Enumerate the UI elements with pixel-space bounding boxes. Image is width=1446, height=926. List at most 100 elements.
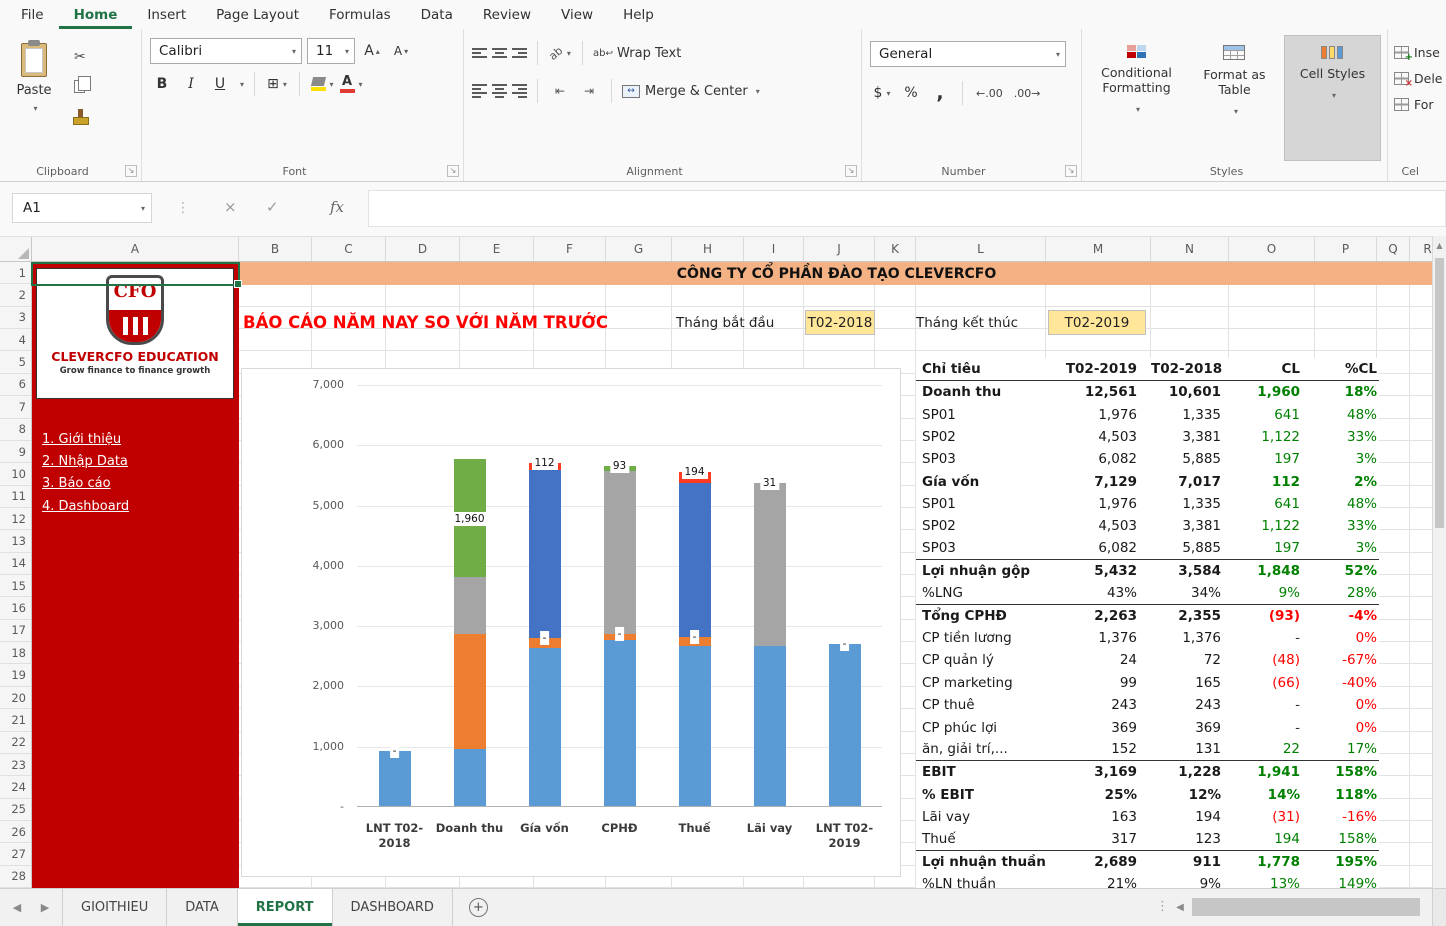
table-cell[interactable]: 1,228 [1151, 764, 1229, 780]
table-cell[interactable]: Lợi nhuận thuần [916, 854, 1046, 870]
row-header-7[interactable]: 7 [0, 396, 31, 418]
increase-decimal-button[interactable]: ←.00 [973, 87, 1006, 100]
column-header-D[interactable]: D [386, 237, 460, 261]
table-cell[interactable]: 17% [1315, 741, 1379, 757]
table-cell[interactable]: Thuế [916, 831, 1046, 847]
column-header-M[interactable]: M [1046, 237, 1151, 261]
tab-scroll-left-button[interactable]: ◀ [4, 889, 30, 926]
table-cell[interactable]: SP02 [916, 518, 1046, 534]
table-cell[interactable]: 1,376 [1151, 630, 1229, 646]
table-cell[interactable]: SP02 [916, 429, 1046, 445]
column-header-B[interactable]: B [239, 237, 312, 261]
copy-button[interactable] [74, 77, 86, 93]
table-cell[interactable]: 7,017 [1151, 474, 1229, 490]
table-cell[interactable]: 2% [1315, 474, 1379, 490]
table-cell[interactable]: 2,689 [1046, 854, 1151, 870]
row-header-20[interactable]: 20 [0, 687, 31, 709]
table-cell[interactable]: 10,601 [1151, 384, 1229, 400]
menu-tab-help[interactable]: Help [608, 2, 669, 29]
dialog-launcher-icon[interactable]: ↘ [1065, 165, 1077, 177]
table-cell[interactable]: Gía vốn [916, 474, 1046, 490]
table-cell[interactable]: 243 [1046, 697, 1151, 713]
tab-splitter-icon[interactable]: ⋮ [1156, 899, 1169, 914]
table-cell[interactable]: 149% [1315, 876, 1379, 888]
fill-color-button[interactable]: ▾ [310, 72, 334, 96]
menu-tab-page-layout[interactable]: Page Layout [201, 2, 314, 29]
table-cell[interactable]: 14% [1229, 787, 1315, 803]
row-header-12[interactable]: 12 [0, 508, 31, 530]
table-cell[interactable]: (66) [1229, 675, 1315, 691]
row-header-22[interactable]: 22 [0, 732, 31, 754]
table-cell[interactable]: SP03 [916, 540, 1046, 556]
bold-button[interactable]: B [150, 72, 174, 96]
sidebar-link-dashboard[interactable]: 4. Dashboard [42, 495, 235, 517]
table-cell[interactable]: 3,584 [1151, 563, 1229, 579]
table-cell[interactable]: 6,082 [1046, 540, 1151, 556]
paste-button[interactable]: Paste ▾ [6, 35, 62, 153]
chart[interactable]: -1,960-112-93-19431- -1,0002,0003,0004,0… [241, 368, 901, 877]
row-header-25[interactable]: 25 [0, 799, 31, 821]
end-month-cell[interactable]: T02-2019 [1048, 310, 1146, 335]
table-cell[interactable]: 158% [1315, 831, 1379, 847]
font-size-select[interactable]: 11▾ [307, 38, 355, 64]
table-cell[interactable]: 1,778 [1229, 854, 1315, 870]
column-header-G[interactable]: G [606, 237, 672, 261]
table-cell[interactable]: (93) [1229, 608, 1315, 624]
table-cell[interactable]: - [1229, 697, 1315, 713]
enter-button[interactable]: ✓ [266, 198, 279, 216]
table-cell[interactable]: 6,082 [1046, 451, 1151, 467]
table-cell[interactable]: 197 [1229, 540, 1315, 556]
sheet-tab-data[interactable]: DATA [167, 889, 238, 926]
wrap-text-button[interactable]: ab↩ Wrap Text [593, 41, 681, 65]
table-cell[interactable]: 243 [1151, 697, 1229, 713]
tab-scroll-right-button[interactable]: ▶ [32, 889, 58, 926]
row-header-1[interactable]: 1 [0, 262, 31, 284]
table-cell[interactable]: 197 [1229, 451, 1315, 467]
align-right-icon[interactable] [512, 84, 527, 98]
comma-style-button[interactable]: , [928, 81, 952, 105]
row-header-26[interactable]: 26 [0, 821, 31, 843]
font-name-select[interactable]: Calibri▾ [150, 38, 302, 64]
table-cell[interactable]: 1,960 [1229, 384, 1315, 400]
table-cell[interactable]: 7,129 [1046, 474, 1151, 490]
table-cell[interactable]: CP phúc lợi [916, 720, 1046, 736]
row-header-28[interactable]: 28 [0, 866, 31, 888]
table-cell[interactable]: 48% [1315, 496, 1379, 512]
table-cell[interactable]: Lãi vay [916, 809, 1046, 825]
column-header-O[interactable]: O [1229, 237, 1315, 261]
row-header-14[interactable]: 14 [0, 553, 31, 575]
name-box[interactable]: A1▾ [12, 193, 152, 223]
table-cell[interactable]: 3,381 [1151, 429, 1229, 445]
table-cell[interactable]: -16% [1315, 809, 1379, 825]
increase-font-button[interactable]: A▴ [360, 39, 384, 63]
merge-center-button[interactable]: ↔ Merge & Center ▾ [622, 79, 760, 103]
table-cell[interactable]: 194 [1229, 831, 1315, 847]
sidebar-link-gioi-thieu[interactable]: 1. Giới thiệu [42, 428, 235, 450]
table-cell[interactable]: 0% [1315, 720, 1379, 736]
table-cell[interactable]: 641 [1229, 407, 1315, 423]
table-cell[interactable]: 1,976 [1046, 407, 1151, 423]
table-cell[interactable]: Doanh thu [916, 384, 1046, 400]
table-cell[interactable]: 28% [1315, 585, 1379, 601]
format-cells-button[interactable]: For [1394, 97, 1442, 112]
menu-tab-formulas[interactable]: Formulas [314, 2, 406, 29]
column-header-E[interactable]: E [460, 237, 534, 261]
table-cell[interactable]: 1,122 [1229, 429, 1315, 445]
report-title-cell[interactable]: BÁO CÁO NĂM NAY SO VỚI NĂM TRƯỚC [243, 310, 608, 334]
worksheet[interactable]: CFO CLEVERCFO EDUCATION Grow finance to … [0, 262, 1446, 888]
cut-button[interactable]: ✂ [74, 49, 86, 65]
increase-indent-button[interactable]: ⇥ [577, 79, 601, 103]
row-header-8[interactable]: 8 [0, 419, 31, 441]
table-cell[interactable]: 12% [1151, 787, 1229, 803]
table-cell[interactable]: 21% [1046, 876, 1151, 888]
select-all-button[interactable] [0, 237, 32, 261]
table-cell[interactable]: 22 [1229, 741, 1315, 757]
font-color-button[interactable]: A▾ [339, 72, 363, 96]
vertical-scrollbar-thumb[interactable] [1435, 258, 1444, 528]
horizontal-scrollbar-thumb[interactable] [1192, 898, 1420, 916]
table-cell[interactable]: 118% [1315, 787, 1379, 803]
table-cell[interactable]: - [1229, 720, 1315, 736]
table-cell[interactable]: 2,263 [1046, 608, 1151, 624]
table-cell[interactable]: 4,503 [1046, 518, 1151, 534]
table-cell[interactable]: CP marketing [916, 675, 1046, 691]
